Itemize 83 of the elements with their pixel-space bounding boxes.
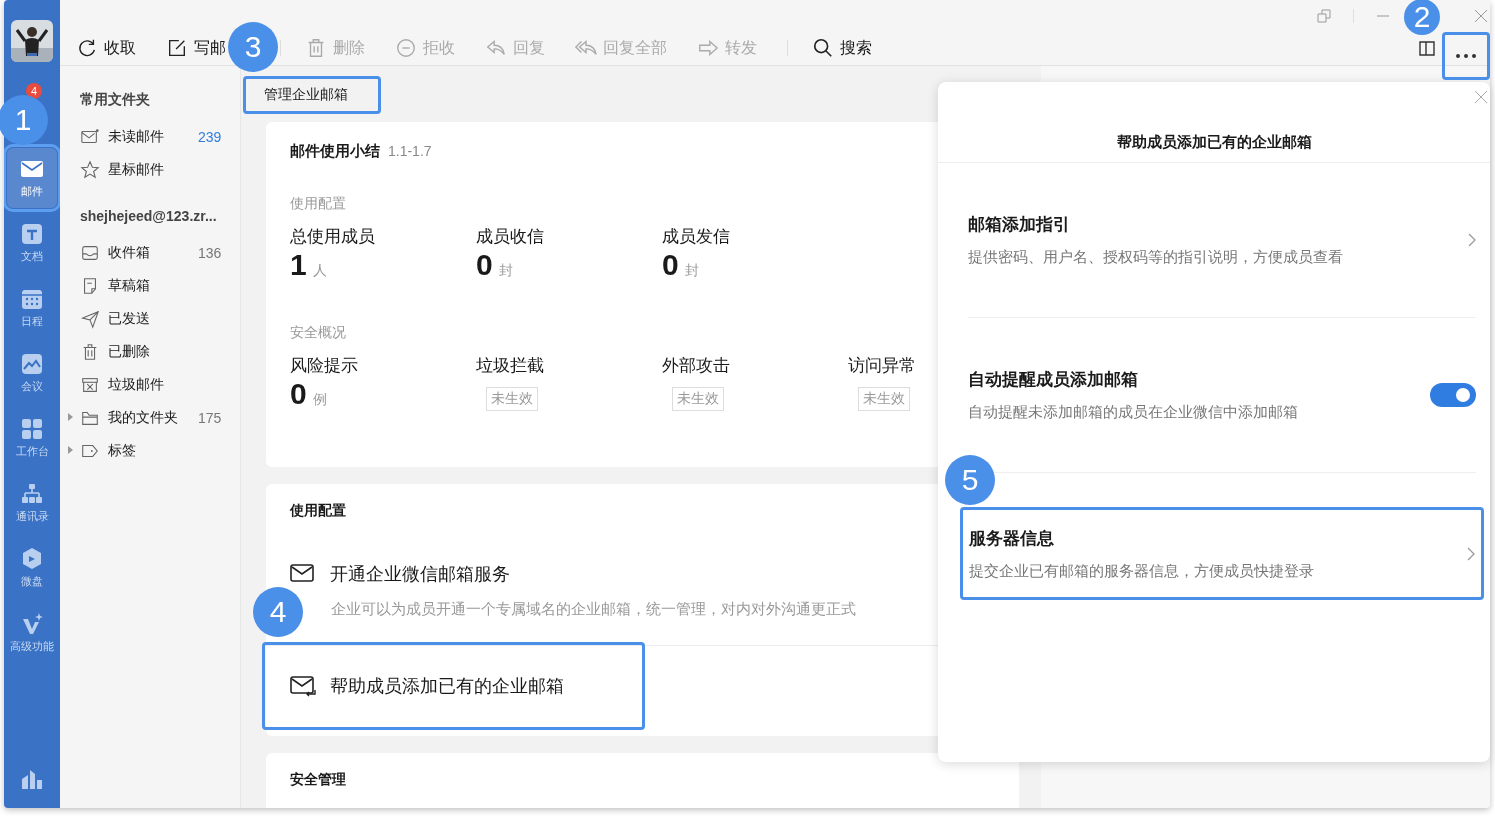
hexagon-icon [20, 547, 44, 571]
refresh-icon [76, 37, 98, 59]
folder-item[interactable]: 已发送 [80, 302, 240, 335]
toolbar-button[interactable]: 搜索 [812, 37, 872, 59]
star-icon [80, 159, 100, 180]
section-label: 使用配置 [290, 195, 347, 213]
stat-unit: 封 [498, 262, 513, 280]
close-icon[interactable] [1474, 9, 1488, 23]
restore-icon[interactable] [1317, 9, 1331, 23]
toggle-switch[interactable] [1430, 383, 1476, 407]
folder-item[interactable]: 收件箱 136 [80, 236, 240, 269]
chevron-icon [1467, 546, 1475, 561]
nav-item[interactable]: 会议 [7, 343, 57, 403]
forward-icon [697, 37, 719, 59]
folder-item[interactable]: 未读邮件 239 [80, 120, 240, 153]
stat-value: 0 [290, 377, 307, 411]
stat-value: 0 [662, 248, 679, 282]
compose-icon [166, 37, 188, 59]
paper-plane-icon [80, 308, 100, 329]
stat-unit: 例 [312, 391, 327, 409]
folder-item[interactable]: 垃圾邮件 [80, 368, 240, 401]
mail-return-icon [290, 675, 316, 697]
stat-label: 外部攻击 [662, 355, 731, 377]
item-description: 提供密码、用户名、授权码等的指引说明，方便成员查看 [968, 248, 1344, 267]
folder-section-title: shejhejeed@123.zr... [80, 207, 218, 226]
stat-label: 成员发信 [662, 226, 731, 248]
document-icon [20, 222, 44, 246]
unread-badge: 4 [26, 83, 42, 99]
panel-item[interactable]: 服务器信息 提交企业已有邮箱的服务器信息，方便成员快捷登录 [960, 507, 1484, 600]
folder-item[interactable]: 标签 [80, 434, 240, 467]
item-title: 邮箱添加指引 [968, 214, 1071, 236]
section-label: 安全概况 [290, 324, 347, 342]
folder-count: 175 [198, 409, 223, 426]
toolbar-button[interactable]: 写邮 [166, 37, 226, 59]
caret-icon[interactable] [67, 446, 74, 454]
card-title: 使用配置 [289, 501, 347, 520]
folder-item[interactable]: 已删除 [80, 335, 240, 368]
status-tag: 未生效 [858, 387, 910, 411]
stat-label: 成员收信 [476, 226, 545, 248]
panel-item[interactable]: 邮箱添加指引 提供密码、用户名、授权码等的指引说明，方便成员查看 [968, 163, 1476, 318]
more-button[interactable] [1442, 32, 1490, 80]
close-icon[interactable] [1474, 90, 1488, 104]
calendar-icon [20, 287, 44, 311]
tab[interactable]: 管理企业邮箱 [243, 76, 381, 114]
stat-unit: 人 [312, 262, 327, 280]
nav-item[interactable]: 微盘 [7, 538, 57, 598]
folder-item[interactable]: 草稿箱 [80, 269, 240, 302]
stat-value: 0 [476, 248, 493, 282]
chart-icon[interactable] [20, 767, 44, 791]
caret-icon[interactable] [67, 413, 74, 421]
toolbar-button[interactable]: 收取 [76, 37, 136, 59]
org-chart-icon [20, 482, 44, 506]
stat-unit: 封 [684, 262, 699, 280]
folder-section-title: 常用文件夹 [80, 90, 151, 109]
grid-icon [20, 417, 44, 441]
stat-value: 1 [290, 248, 307, 282]
minus-circle-icon [395, 37, 417, 59]
panel-icon[interactable] [1418, 39, 1436, 57]
item-description: 自动提醒未添加邮箱的成员在企业微信中添加邮箱 [968, 403, 1299, 422]
date-range: 1.1-1.7 [388, 143, 432, 159]
nav-item[interactable]: 高级功能 [7, 603, 57, 663]
mail-icon [290, 563, 316, 585]
folder-item[interactable]: 我的文件夹 175 [80, 401, 240, 434]
sparkle-icon [20, 612, 44, 636]
status-tag: 未生效 [486, 387, 538, 411]
folder-count: 136 [198, 244, 223, 261]
card-title: 安全管理 [290, 770, 347, 789]
config-item[interactable]: 帮助成员添加已有的企业邮箱 [262, 642, 645, 730]
meeting-icon [20, 352, 44, 376]
status-tag: 未生效 [672, 387, 724, 411]
nav-item[interactable]: 工作台 [7, 408, 57, 468]
card-title: 邮件使用小结 [290, 142, 380, 161]
folder-count: 239 [198, 128, 223, 145]
folder-item[interactable]: 星标邮件 [80, 153, 240, 186]
stat-label: 访问异常 [848, 355, 917, 377]
panel-title: 帮助成员添加已有的企业邮箱 [1116, 133, 1312, 152]
search-icon [812, 37, 834, 59]
more-icon [1455, 53, 1477, 59]
item-title: 自动提醒成员添加邮箱 [968, 369, 1139, 391]
stat-label: 垃圾拦截 [476, 355, 545, 377]
chevron-icon [1468, 233, 1476, 247]
stat-label: 风险提示 [290, 355, 359, 377]
stat-label: 总使用成员 [290, 226, 376, 248]
